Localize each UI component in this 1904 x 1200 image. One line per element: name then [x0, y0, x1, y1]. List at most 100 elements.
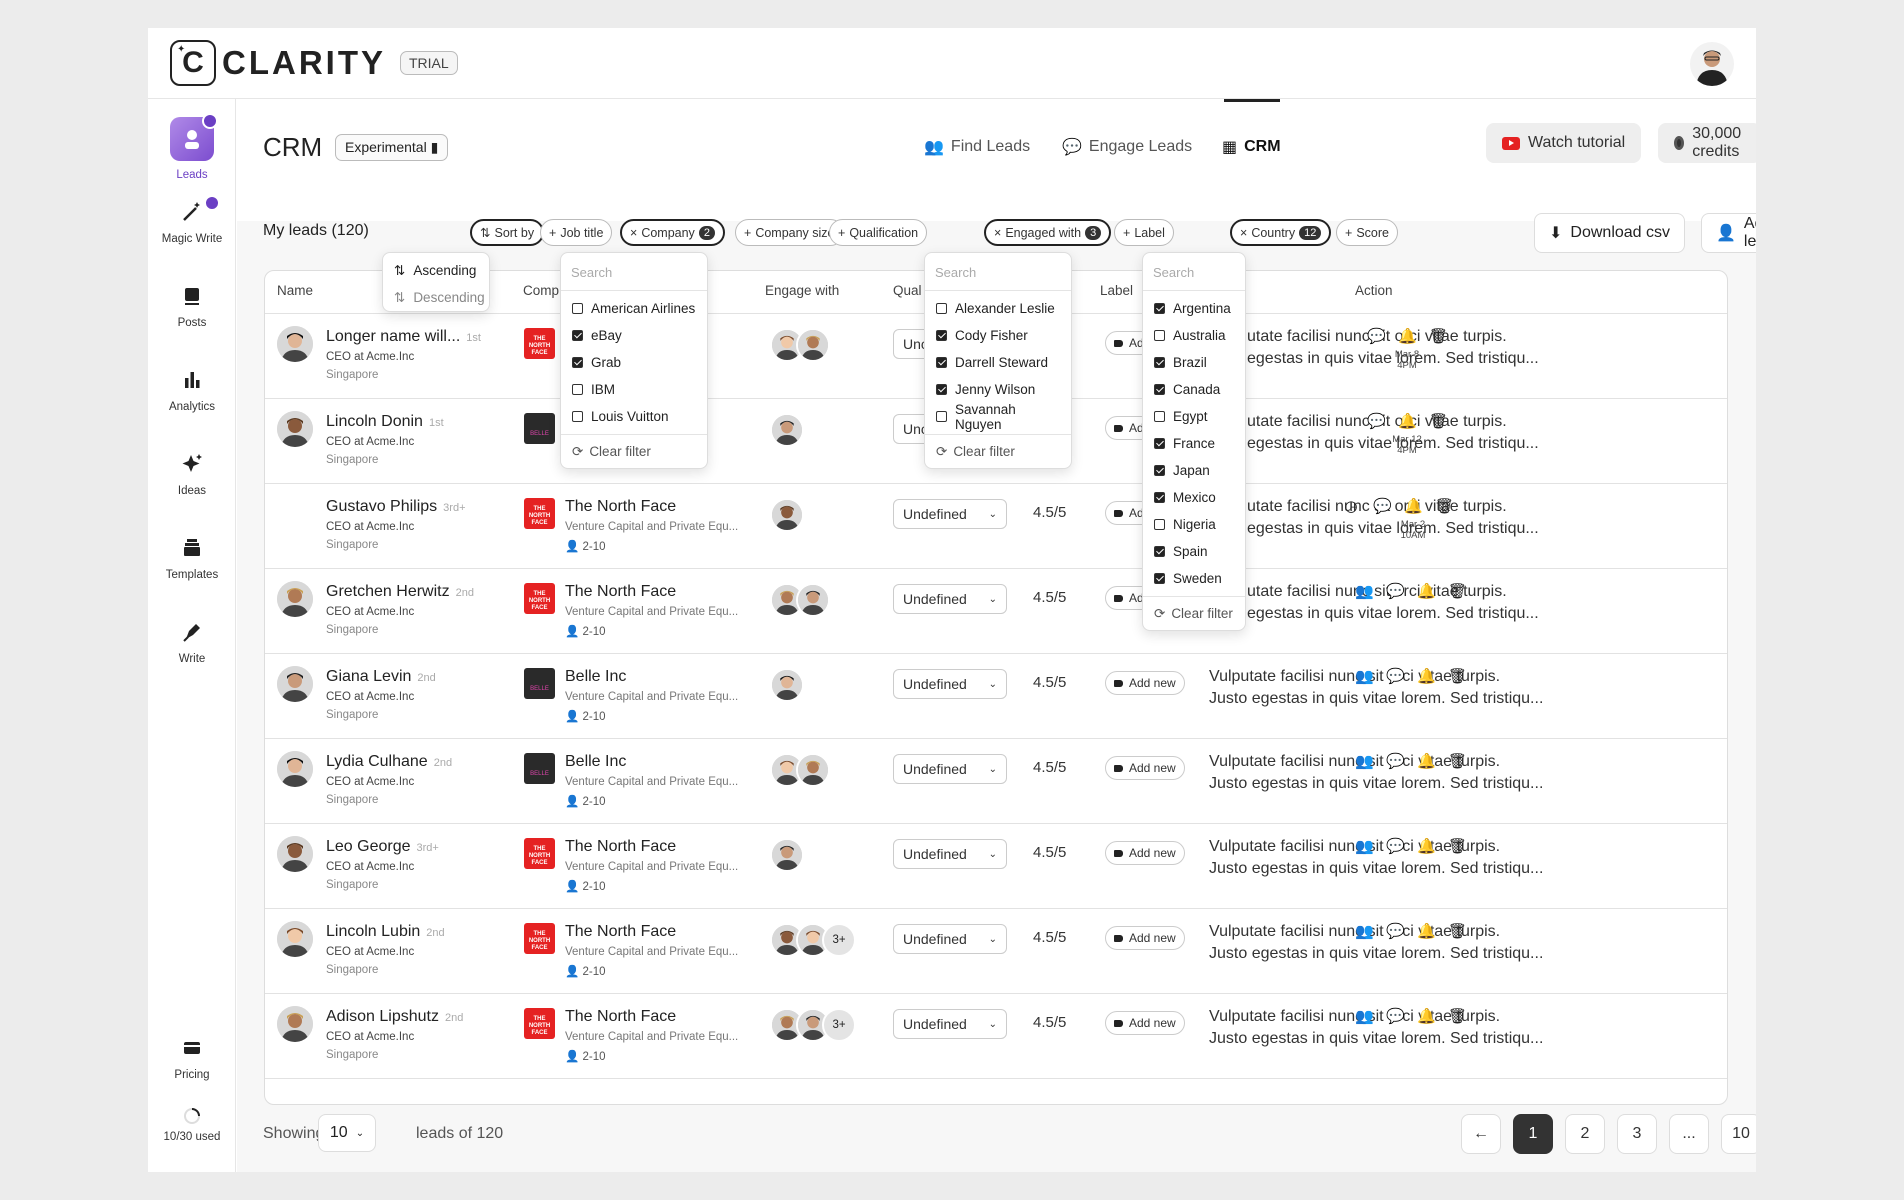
- lead-avatar[interactable]: [277, 1006, 313, 1042]
- lead-avatar[interactable]: [277, 666, 313, 702]
- lead-name[interactable]: Gretchen Herwitz 2nd: [326, 583, 474, 601]
- connect-icon[interactable]: 👥: [1355, 838, 1374, 856]
- lead-avatar[interactable]: [277, 836, 313, 872]
- checkbox[interactable]: [936, 303, 947, 314]
- country-chip[interactable]: × Country 12: [1230, 219, 1332, 246]
- job-title-chip[interactable]: + Job title: [540, 219, 613, 246]
- sort-descending-option[interactable]: ⇅ Descending: [383, 284, 489, 311]
- engaged-option[interactable]: Jenny Wilson: [925, 376, 1071, 403]
- table-row[interactable]: Gretchen Herwitz 2nd CEO at Acme.Inc Singap…: [265, 569, 1727, 654]
- lead-avatar[interactable]: [277, 921, 313, 957]
- engage-with-avatars[interactable]: [770, 668, 804, 702]
- qualification-select[interactable]: Undefined ⌄: [893, 669, 1007, 699]
- sidebar-item-pricing[interactable]: Pricing: [148, 1035, 236, 1081]
- score-chip[interactable]: + Score: [1336, 219, 1398, 246]
- message-icon[interactable]: 💬: [1386, 753, 1405, 771]
- country-option[interactable]: Mexico: [1143, 484, 1245, 511]
- country-clear-filter[interactable]: ⟳ Clear filter: [1143, 596, 1245, 630]
- message-icon[interactable]: 💬: [1367, 328, 1386, 346]
- add-label-button[interactable]: Add new: [1105, 671, 1185, 695]
- message-icon[interactable]: 💬: [1386, 583, 1405, 601]
- checkbox[interactable]: [1154, 465, 1165, 476]
- trash-icon[interactable]: 🗑: [1435, 498, 1454, 516]
- company-name[interactable]: Belle Inc: [565, 753, 626, 771]
- scheduled-reminder[interactable]: 🔔 Mar 8 4PM: [1395, 328, 1419, 371]
- company-option[interactable]: Louis Vuitton: [561, 403, 707, 430]
- bell-icon[interactable]: 🔔: [1417, 583, 1436, 601]
- country-option[interactable]: Egypt: [1143, 403, 1245, 430]
- company-name[interactable]: The North Face: [565, 838, 676, 856]
- more-engaged-count[interactable]: 3+: [822, 1008, 856, 1042]
- column-header-label[interactable]: Label: [1100, 283, 1133, 298]
- qualification-select[interactable]: Undefined ⌄: [893, 754, 1007, 784]
- bell-icon[interactable]: 🔔: [1417, 1008, 1436, 1026]
- sidebar-item-templates[interactable]: Templates: [148, 535, 236, 581]
- add-label-button[interactable]: Add new: [1105, 1011, 1185, 1035]
- checkbox[interactable]: [1154, 330, 1165, 341]
- lead-name[interactable]: Leo George 3rd+: [326, 838, 439, 856]
- download-csv-button[interactable]: ⬇ Download csv: [1534, 213, 1686, 253]
- sort-chip[interactable]: ⇅ Sort by: [470, 219, 545, 246]
- engage-with-avatars[interactable]: [770, 753, 830, 787]
- checkbox[interactable]: [572, 411, 583, 422]
- engage-with-avatars[interactable]: [770, 328, 830, 362]
- company-name[interactable]: The North Face: [565, 583, 676, 601]
- trash-icon[interactable]: 🗑: [1429, 413, 1448, 431]
- company-chip[interactable]: × Company 2: [620, 219, 725, 246]
- checkbox[interactable]: [572, 384, 583, 395]
- company-option[interactable]: Grab: [561, 349, 707, 376]
- more-engaged-count[interactable]: 3+: [822, 923, 856, 957]
- qualification-select[interactable]: Undefined ⌄: [893, 1009, 1007, 1039]
- checkbox[interactable]: [1154, 357, 1165, 368]
- country-option[interactable]: Japan: [1143, 457, 1245, 484]
- page-button-2[interactable]: 2: [1565, 1114, 1605, 1154]
- message-icon[interactable]: 💬: [1386, 838, 1405, 856]
- engaged-with-chip[interactable]: × Engaged with 3: [984, 219, 1112, 246]
- credits-button[interactable]: 30,000 credits: [1658, 123, 1756, 163]
- qualification-select[interactable]: Undefined ⌄: [893, 584, 1007, 614]
- lead-name[interactable]: Giana Levin 2nd: [326, 668, 436, 686]
- company-clear-filter[interactable]: ⟳ Clear filter: [561, 434, 707, 468]
- checkbox[interactable]: [936, 330, 947, 341]
- trash-icon[interactable]: 🗑: [1448, 668, 1467, 686]
- add-label-button[interactable]: Add new: [1105, 926, 1185, 950]
- qualification-select[interactable]: Undefined ⌄: [893, 924, 1007, 954]
- engaged-clear-filter[interactable]: ⟳ Clear filter: [925, 434, 1071, 468]
- checkbox[interactable]: [936, 411, 947, 422]
- clock-icon[interactable]: ◷: [1342, 498, 1360, 516]
- engaged-option[interactable]: Alexander Leslie: [925, 295, 1071, 322]
- company-name[interactable]: The North Face: [565, 498, 676, 516]
- message-icon[interactable]: 💬: [1367, 413, 1386, 431]
- message-icon[interactable]: 💬: [1386, 1008, 1405, 1026]
- table-row[interactable]: Lincoln Lubin 2nd CEO at Acme.Inc Singapore…: [265, 909, 1727, 994]
- lead-name[interactable]: Lydia Culhane 2nd: [326, 753, 452, 771]
- page-button-1[interactable]: 1: [1513, 1114, 1553, 1154]
- per-page-select[interactable]: 10 ⌄: [318, 1114, 376, 1152]
- country-option[interactable]: Nigeria: [1143, 511, 1245, 538]
- qualification-select[interactable]: Undefined ⌄: [893, 839, 1007, 869]
- trash-icon[interactable]: 🗑: [1448, 753, 1467, 771]
- checkbox[interactable]: [936, 384, 947, 395]
- page-button-3[interactable]: 3: [1617, 1114, 1657, 1154]
- country-search-input[interactable]: Search: [1143, 253, 1245, 291]
- column-header-name[interactable]: Name: [277, 283, 313, 298]
- add-label-button[interactable]: Add new: [1105, 841, 1185, 865]
- checkbox[interactable]: [1154, 546, 1165, 557]
- table-row[interactable]: Giana Levin 2nd CEO at Acme.Inc Singapore BE…: [265, 654, 1727, 739]
- column-header-action[interactable]: Action: [1355, 283, 1393, 298]
- connect-icon[interactable]: 👥: [1355, 1008, 1374, 1026]
- sidebar-item-leads[interactable]: Leads: [148, 113, 236, 181]
- qualification-select[interactable]: Undefined ⌄: [893, 499, 1007, 529]
- checkbox[interactable]: [572, 330, 583, 341]
- checkbox[interactable]: [572, 303, 583, 314]
- tab-crm[interactable]: ▦ CRM: [1222, 137, 1281, 157]
- engage-with-avatars[interactable]: [770, 838, 804, 872]
- checkbox[interactable]: [1154, 303, 1165, 314]
- company-search-input[interactable]: Search: [561, 253, 707, 291]
- sort-ascending-option[interactable]: ⇅ Ascending: [383, 257, 489, 284]
- checkbox[interactable]: [1154, 384, 1165, 395]
- label-chip[interactable]: + Label: [1114, 219, 1174, 246]
- engage-with-avatars[interactable]: [770, 413, 804, 447]
- country-option[interactable]: Canada: [1143, 376, 1245, 403]
- sidebar-item-magic-write[interactable]: Magic Write: [148, 195, 236, 245]
